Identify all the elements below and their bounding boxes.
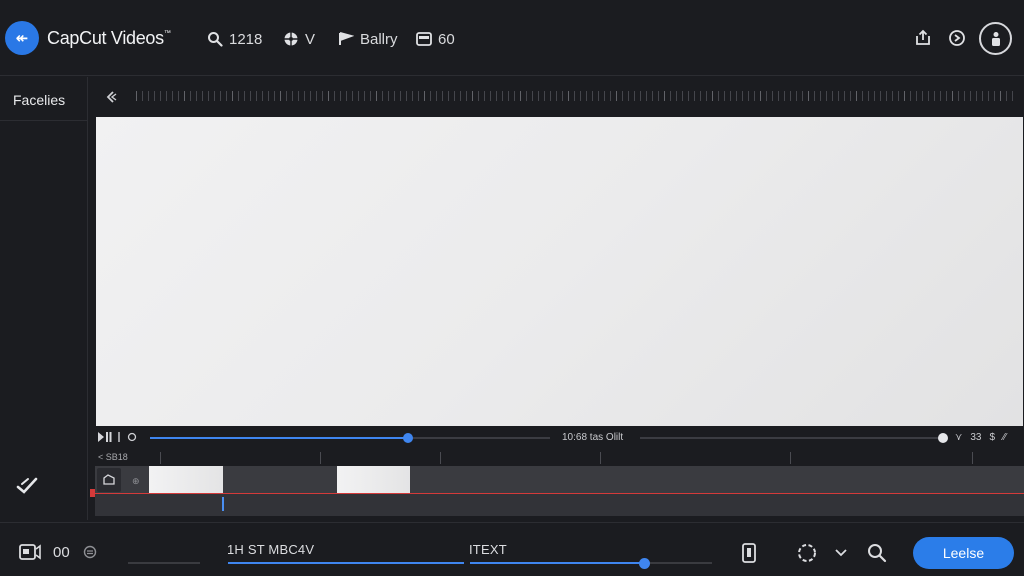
history-button[interactable] (947, 28, 967, 48)
time-ruler[interactable] (136, 91, 1016, 101)
section-b-slider-track[interactable] (650, 562, 712, 564)
sync-icon (798, 544, 816, 562)
tool-flag[interactable]: Ballry (338, 28, 398, 50)
avatar[interactable] (979, 22, 1012, 55)
section-b-slider-fill (470, 562, 640, 564)
app-logo-icon: ↞ (15, 30, 29, 47)
playback-controls (98, 432, 137, 442)
timeline-header-label: < SB18 (98, 452, 128, 462)
track-icon (103, 474, 115, 485)
flag-icon (339, 32, 354, 45)
collapse-control[interactable]: ⋎ (955, 432, 962, 443)
video-clip[interactable] (337, 466, 410, 493)
edit-cursor (222, 497, 224, 511)
chevron-down-icon (835, 549, 847, 557)
app-title-text: CapCut Videos (47, 28, 164, 48)
ratio-control[interactable]: $ (989, 432, 995, 443)
seek-bar-handle[interactable] (403, 433, 413, 443)
video-track[interactable] (95, 466, 1024, 493)
audio-track[interactable] (95, 494, 1024, 516)
timeline-ticks (160, 452, 1020, 464)
seek-bar-fill (150, 437, 408, 439)
effects-icon (284, 32, 298, 46)
user-icon (991, 31, 1000, 46)
volume-handle[interactable] (938, 433, 948, 443)
tool-search[interactable]: 1218 (207, 28, 262, 50)
bottom-divider-line (128, 562, 200, 564)
tool-flag-label: Ballry (360, 30, 398, 48)
back-arrow-icon (106, 91, 117, 103)
bottom-section-b-label[interactable]: ITEXT (469, 542, 507, 557)
tool-effects[interactable]: V (283, 28, 315, 50)
sync-button[interactable] (796, 541, 818, 565)
timeline-tick (972, 452, 973, 464)
section-a-slider[interactable] (228, 562, 464, 564)
caption-icon (416, 32, 432, 46)
dropdown-button[interactable] (830, 541, 852, 565)
divider-icon (118, 432, 120, 442)
fullscreen-control[interactable]: ⁄⁄ (1003, 432, 1006, 443)
back-logo-button[interactable]: ↞ (5, 21, 39, 55)
loop-icon[interactable] (127, 432, 137, 442)
zoom-control[interactable]: 33 (970, 432, 981, 443)
settings-icon[interactable] (82, 544, 98, 560)
left-panel-title: Facelies (13, 92, 66, 108)
seek-bar[interactable] (150, 433, 550, 443)
timeline-tick (320, 452, 321, 464)
play-pause-icon[interactable] (98, 432, 112, 442)
timeline-tick (600, 452, 601, 464)
check-icon (16, 477, 38, 494)
tool-search-label: 1218 (229, 30, 263, 48)
timeline-tick (790, 452, 791, 464)
media-import-icon[interactable] (19, 543, 41, 561)
video-preview[interactable] (96, 117, 1023, 426)
ruler-back-button[interactable] (104, 90, 118, 109)
timeline-tick (440, 452, 441, 464)
timecode-display: 10:68 tas Olilt (562, 432, 624, 443)
confirm-button[interactable] (16, 476, 38, 501)
app-title: CapCut Videos™ (47, 28, 171, 49)
export-button[interactable] (913, 28, 933, 48)
timeline-tick (160, 452, 161, 464)
tool-effects-label: V (305, 30, 316, 48)
video-clip[interactable] (149, 466, 223, 493)
left-panel (0, 77, 88, 520)
preview-right-controls: ⋎ 33 $ ⁄⁄ (955, 432, 1006, 443)
primary-action-button[interactable]: Leelse (913, 537, 1014, 569)
tool-caption-label: 60 (438, 30, 455, 48)
clip-counter: 00 (53, 543, 70, 561)
bottom-left-controls: 00 (19, 543, 98, 561)
export-icon (916, 29, 930, 45)
tool-caption[interactable]: 60 (416, 28, 455, 50)
search-icon (208, 32, 223, 47)
bottom-section-a-label[interactable]: 1H ST MBC4V (227, 542, 314, 557)
track-lock-button[interactable] (97, 468, 121, 492)
phone-icon (742, 543, 756, 563)
volume-bar[interactable] (640, 437, 940, 439)
playhead-handle[interactable] (90, 489, 95, 497)
device-button[interactable] (738, 541, 760, 565)
track-visibility-icon[interactable]: ⊕ (132, 476, 140, 487)
left-panel-divider (0, 120, 88, 121)
trademark-mark: ™ (163, 30, 171, 37)
playhead-line (90, 493, 1024, 494)
section-b-slider-handle[interactable] (639, 558, 650, 569)
history-icon (949, 30, 965, 46)
search-icon (868, 544, 887, 563)
zoom-search-button[interactable] (866, 541, 888, 565)
